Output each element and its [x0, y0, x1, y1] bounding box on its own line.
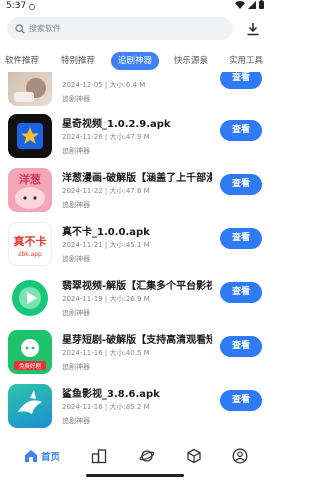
planet-icon [139, 450, 155, 462]
tab-special-recommend[interactable]: 特别推荐 [61, 52, 95, 70]
app-meta: 2024-11-19 | 大小:26.9 M [62, 295, 150, 303]
list-item[interactable]: 翡翠视频-解版【汇集多个平台影视 2024-11-19 | 大小:26.9 M … [0, 270, 270, 324]
app-category: 追剧神器 [62, 309, 90, 317]
nav-profile[interactable] [229, 444, 251, 468]
app-category: 追剧神器 [62, 363, 90, 371]
app-name: 翡翠视频-解版【汇集多个平台影视 [62, 281, 212, 292]
nav-discover[interactable] [136, 444, 158, 468]
view-button[interactable]: 查看 [220, 228, 262, 249]
list-item[interactable]: 免费好剧 星芽短剧-破解版【支持高清观看短 2024-11-16 | 大小:40… [0, 324, 270, 378]
search-input[interactable]: 搜索软件 [7, 17, 233, 40]
app-name: 鲨鱼影视_3.8.6.apk [62, 389, 160, 400]
list-item[interactable]: 星奇视频_1.0.2.9.apk 2024-11-26 | 大小:47.9 M … [0, 108, 270, 162]
app-icon-text: 洋葱 [19, 173, 41, 186]
signal-icon [248, 0, 256, 9]
app-meta: 2024-12-05 | 大小:6.4 M [62, 81, 146, 89]
status-bar: 5:37 [0, 0, 270, 14]
search-row: 搜索软件 [0, 15, 270, 43]
app-category: 追剧神器 [62, 255, 90, 263]
view-button[interactable]: 查看 [220, 174, 262, 195]
user-icon [232, 448, 248, 464]
app-name: 真不卡_1.0.0.apk [62, 227, 150, 238]
tab-software-recommend[interactable]: 软件推荐 [5, 52, 39, 70]
home-icon [24, 450, 37, 462]
grid-icon [91, 449, 107, 464]
app-name: 洋葱漫画-破解版【涵盖了上千部漫 [62, 173, 212, 184]
view-button[interactable]: 查看 [220, 336, 262, 357]
list-item[interactable]: 2024-12-05 | 大小:6.4 M 追剧神器 查看 [0, 72, 270, 110]
view-button[interactable]: 查看 [220, 390, 262, 411]
app-icon [8, 72, 52, 106]
app-icon: 真不卡 zbk.app [8, 222, 52, 266]
search-icon [15, 23, 25, 34]
search-placeholder: 搜索软件 [29, 24, 61, 33]
app-meta: 2024-11-16 | 大小:85.2 M [62, 403, 150, 411]
view-button[interactable]: 查看 [220, 72, 262, 89]
app-icon [8, 276, 52, 320]
nav-apps[interactable] [88, 444, 110, 468]
home-indicator [86, 474, 184, 477]
app-name: 星芽短剧-破解版【支持高清观看短 [62, 335, 212, 346]
app-name: 星奇视频_1.0.2.9.apk [62, 119, 171, 130]
tab-happy-source[interactable]: 快乐源泉 [174, 52, 208, 70]
app-icon [8, 114, 52, 158]
list-item[interactable]: 洋葱 洋葱漫画-破解版【涵盖了上千部漫 2024-11-22 | 大小:47.6… [0, 162, 270, 216]
view-button[interactable]: 查看 [220, 282, 262, 303]
battery-icon [259, 0, 264, 9]
nav-home-label: 首页 [40, 452, 60, 463]
app-icon: 洋葱 [8, 168, 52, 212]
app-category: 追剧神器 [62, 201, 90, 209]
tab-drama-tools[interactable]: 追剧神器 [111, 52, 160, 70]
tab-utilities[interactable]: 实用工具 [229, 52, 263, 70]
cube-icon [187, 448, 201, 464]
list-item[interactable]: 真不卡 zbk.app 真不卡_1.0.0.apk 2024-11-21 | 大… [0, 216, 270, 270]
download-manager-button[interactable] [244, 20, 262, 38]
app-icon-text: 真不卡 [13, 235, 47, 248]
download-icon [247, 23, 259, 36]
nav-home[interactable]: 首页 [14, 444, 70, 468]
app-category: 追剧神器 [62, 95, 90, 103]
status-time: 5:37 [6, 1, 27, 11]
app-category: 追剧神器 [62, 147, 90, 155]
system-icons [235, 0, 264, 9]
wifi-icon [235, 0, 245, 9]
app-meta: 2024-11-21 | 大小:45.1 M [62, 241, 150, 249]
category-tabs: 软件推荐 特别推荐 追剧神器 快乐源泉 实用工具 [0, 50, 270, 72]
bottom-nav: 首页 [0, 432, 270, 480]
app-icon [8, 384, 52, 428]
app-list: 2024-12-05 | 大小:6.4 M 追剧神器 查看 星奇视频_1.0.2… [0, 72, 270, 428]
notification-icon [29, 4, 35, 10]
app-meta: 2024-11-16 | 大小:40.5 M [62, 349, 150, 357]
nav-box[interactable] [183, 444, 205, 468]
list-item[interactable]: 鲨鱼影视_3.8.6.apk 2024-11-16 | 大小:85.2 M 追剧… [0, 378, 270, 428]
app-meta: 2024-11-26 | 大小:47.9 M [62, 133, 150, 141]
app-icon-text: 免费好剧 [18, 364, 41, 370]
view-button[interactable]: 查看 [220, 120, 262, 141]
app-category: 追剧神器 [62, 417, 90, 425]
app-meta: 2024-11-22 | 大小:47.6 M [62, 187, 150, 195]
app-icon: 免费好剧 [8, 330, 52, 374]
app-icon-subtext: zbk.app [18, 251, 42, 258]
